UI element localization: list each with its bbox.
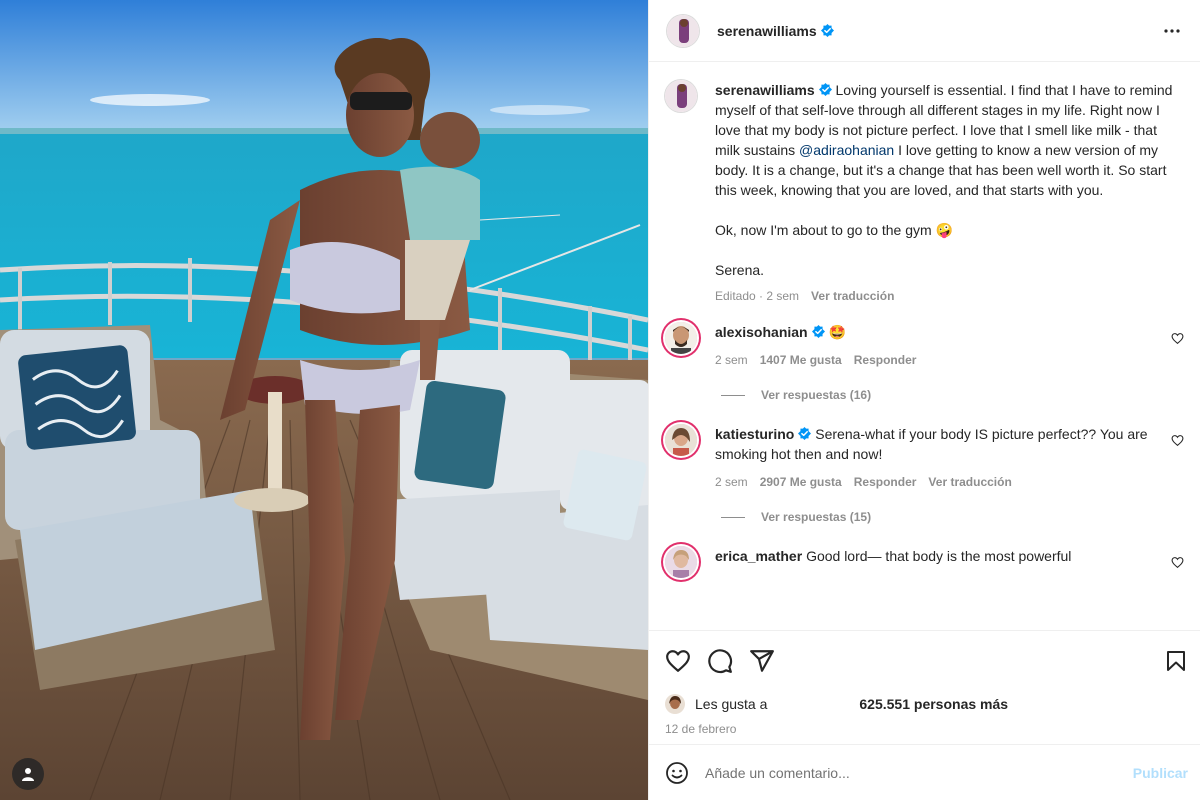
post-actions-bar: [649, 630, 1200, 690]
caption-paragraph-3: Serena.: [715, 262, 765, 278]
caption-meta: Editado · 2 sem Ver traducción: [715, 286, 1184, 306]
post-date[interactable]: 12 de febrero: [649, 718, 1200, 744]
comment-meta: 2 sem 2907 Me gusta Responder Ver traduc…: [715, 472, 1159, 492]
comment-text: Good lord— that body is the most powerfu…: [806, 548, 1072, 564]
comment-likes-count[interactable]: 2907 Me gusta: [760, 472, 842, 492]
caption-username[interactable]: serenawilliams: [715, 82, 815, 98]
more-horizontal-icon: [1164, 28, 1180, 33]
comment-body: katiesturino Serena-what if your body IS…: [715, 424, 1159, 492]
caption-body: serenawilliams Loving yourself is essent…: [715, 80, 1184, 306]
user-tag-icon: [22, 768, 34, 781]
replies-divider: [721, 516, 745, 518]
comment-item: katiesturino Serena-what if your body IS…: [665, 424, 1184, 492]
post-side-panel: serenawilliams serenawilliams Loving you…: [648, 0, 1200, 800]
view-replies-label: Ver respuestas (16): [761, 388, 872, 402]
comment-item: erica_mather Good lord— that body is the…: [665, 546, 1184, 578]
more-options-button[interactable]: [1160, 19, 1184, 43]
photo-scene: [0, 0, 648, 800]
likes-prefix: Les gusta a: [695, 696, 768, 712]
caption-translate-link[interactable]: Ver traducción: [811, 286, 894, 306]
instagram-post: serenawilliams serenawilliams Loving you…: [0, 0, 1200, 800]
publish-button[interactable]: Publicar: [1133, 765, 1188, 781]
comment-username[interactable]: katiesturino: [715, 426, 794, 442]
post-header: serenawilliams: [649, 0, 1200, 62]
comment-username[interactable]: erica_mather: [715, 548, 802, 564]
caption-author-avatar[interactable]: [665, 80, 697, 112]
comment-button[interactable]: [707, 648, 733, 674]
caption-paragraph-1: serenawilliams Loving yourself is essent…: [715, 80, 1184, 200]
verified-badge-icon: [818, 83, 832, 96]
comment-like-heart-icon[interactable]: [1171, 556, 1184, 569]
comment-like-heart-icon[interactable]: [1171, 434, 1184, 447]
author-username[interactable]: serenawilliams: [717, 23, 817, 39]
like-button[interactable]: [665, 648, 691, 674]
view-replies-button[interactable]: Ver respuestas (15): [721, 510, 1184, 524]
add-comment-bar: Publicar: [649, 744, 1200, 800]
commenter-avatar[interactable]: [665, 424, 697, 456]
user-tag-button[interactable]: [12, 758, 44, 790]
emoji-picker-button[interactable]: [665, 761, 689, 785]
author-avatar[interactable]: [667, 14, 699, 47]
comment-like-heart-icon[interactable]: [1171, 332, 1184, 345]
caption-edited-timestamp: Editado · 2 sem: [715, 289, 800, 303]
bookmark-icon: [1167, 650, 1185, 671]
share-icon: [750, 649, 774, 672]
verified-badge-icon: [820, 24, 834, 37]
replies-divider: [721, 394, 745, 396]
comment-likes-count[interactable]: 1407 Me gusta: [760, 350, 842, 370]
verified-badge-icon: [811, 325, 825, 338]
heart-icon: [666, 649, 690, 672]
comment-input[interactable]: [705, 764, 1133, 781]
comment-username[interactable]: alexisohanian: [715, 324, 808, 340]
comments-list[interactable]: serenawilliams Loving yourself is essent…: [649, 62, 1200, 630]
verified-badge-icon: [798, 427, 812, 440]
comment-meta: 2 sem 1407 Me gusta Responder: [715, 350, 1159, 370]
view-replies-button[interactable]: Ver respuestas (16): [721, 388, 1184, 402]
comment-reply-button[interactable]: Responder: [854, 472, 917, 492]
comment-body: alexisohanian 🤩 2 sem 1407 Me gusta Resp…: [715, 322, 1159, 370]
post-image[interactable]: [0, 0, 648, 800]
comment-text: 🤩: [828, 324, 846, 340]
share-button[interactable]: [749, 648, 775, 674]
save-button[interactable]: [1164, 649, 1188, 673]
commenter-avatar[interactable]: [665, 546, 697, 578]
likes-summary: Les gusta a 625.551 personas más: [649, 690, 1200, 718]
likes-count-link[interactable]: 625.551 personas más: [859, 696, 1008, 712]
caption-paragraph-2: Ok, now I'm about to go to the gym 🤪: [715, 222, 953, 238]
comment-translate-link[interactable]: Ver traducción: [928, 472, 1011, 492]
view-replies-label: Ver respuestas (15): [761, 510, 872, 524]
comment-timestamp[interactable]: 2 sem: [715, 350, 748, 370]
comment-item: alexisohanian 🤩 2 sem 1407 Me gusta Resp…: [665, 322, 1184, 370]
caption-mention-link[interactable]: @adiraohanian: [799, 142, 894, 158]
commenter-avatar[interactable]: [665, 322, 697, 354]
comment-body: erica_mather Good lord— that body is the…: [715, 546, 1159, 566]
comment-reply-button[interactable]: Responder: [854, 350, 917, 370]
caption: serenawilliams Loving yourself is essent…: [665, 80, 1184, 306]
emoji-icon: [666, 761, 688, 784]
comment-icon: [708, 648, 733, 673]
comment-timestamp[interactable]: 2 sem: [715, 472, 748, 492]
liker-avatar[interactable]: [665, 694, 685, 714]
